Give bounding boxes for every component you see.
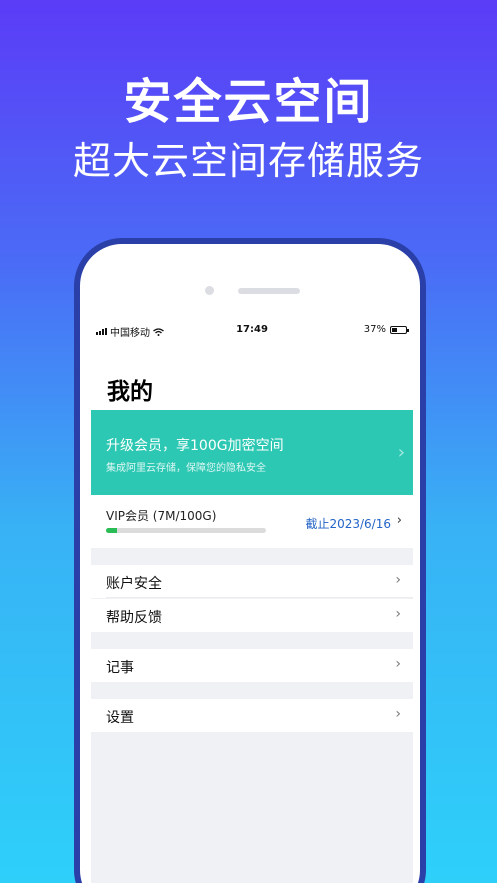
promo-subheadline: 超大云空间存储服务 (72, 139, 424, 183)
page-title: 我的 (107, 379, 153, 405)
chevron-right-icon: › (395, 706, 401, 722)
vip-status-row[interactable]: VIP会员 (7M/100G) 截止2023/6/16 › (91, 495, 413, 548)
battery-icon (390, 325, 409, 334)
vip-expiry-date: 截止2023/6/16 (305, 517, 391, 531)
menu-item-label: 记事 (106, 660, 134, 676)
divider (106, 597, 413, 598)
page-header: 我的 (91, 342, 413, 410)
upgrade-banner-subtitle: 集成阿里云存储，保障您的隐私安全 (106, 463, 266, 474)
upgrade-banner[interactable]: 升级会员，享100G加密空间 集成阿里云存储，保障您的隐私安全 › (91, 410, 413, 495)
camera-icon (205, 286, 214, 295)
menu-item-account-security[interactable]: 账户安全 › (91, 565, 413, 598)
phone-frame: 中国移动 17:49 37% 我的 升级会员，享100G加密空间 集成阿里云存储… (74, 238, 426, 883)
battery-percent: 37% (363, 324, 386, 335)
promo-page: { "promo": { "headline": "安全云空间", "subhe… (0, 0, 497, 883)
menu-item-help-feedback[interactable]: 帮助反馈 › (91, 599, 413, 632)
status-bar: 中国移动 17:49 37% (91, 316, 413, 342)
speaker-icon (238, 288, 300, 294)
menu-item-label: 帮助反馈 (106, 610, 162, 626)
menu-item-label: 设置 (106, 710, 134, 726)
storage-progress-bar (106, 528, 266, 533)
status-right: 37% (363, 324, 409, 335)
promo-headline: 安全云空间 (123, 74, 374, 130)
upgrade-banner-title: 升级会员，享100G加密空间 (106, 438, 284, 454)
menu-item-settings[interactable]: 设置 › (91, 699, 413, 732)
phone-screen: 中国移动 17:49 37% 我的 升级会员，享100G加密空间 集成阿里云存储… (91, 316, 413, 883)
storage-progress-fill (106, 528, 118, 533)
menu-item-notes[interactable]: 记事 › (91, 649, 413, 682)
chevron-right-icon: › (395, 606, 401, 622)
menu-item-label: 账户安全 (106, 576, 162, 592)
chevron-right-icon: › (395, 572, 401, 588)
chevron-right-icon: › (396, 513, 402, 528)
chevron-right-icon: › (397, 442, 405, 463)
chevron-right-icon: › (395, 656, 401, 672)
vip-label: VIP会员 (7M/100G) (106, 509, 217, 523)
